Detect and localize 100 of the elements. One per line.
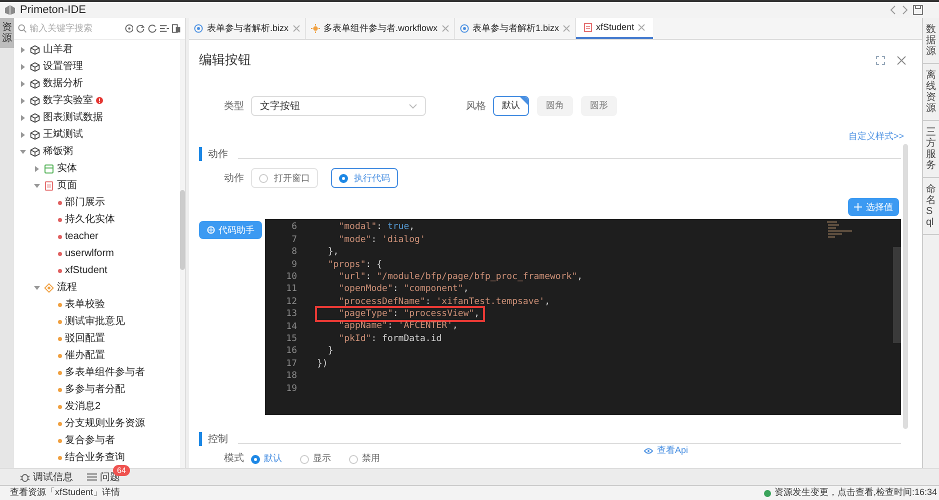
sync-icon[interactable] — [136, 24, 146, 33]
tree-item[interactable]: 流程 — [57, 280, 77, 295]
section-title: 动作 — [208, 148, 228, 162]
type-label: 类型 — [223, 100, 244, 114]
dot-icon — [58, 370, 62, 374]
tree-item[interactable]: 分支规则业务资源 — [65, 416, 145, 431]
editor-tab[interactable]: 表单参与者解析.bizx — [189, 18, 306, 39]
dot-icon — [58, 234, 62, 238]
line-number: 18 — [286, 370, 298, 383]
bottom-tab[interactable]: 调试信息 — [33, 470, 73, 484]
cube-icon — [30, 78, 40, 88]
search-field[interactable]: 输入关键字搜索 — [30, 22, 122, 36]
code-line: "openMode": "component", — [338, 283, 469, 296]
line-number: 19 — [286, 382, 298, 396]
radio-button[interactable] — [349, 454, 358, 464]
section-title: 控制 — [208, 432, 228, 447]
tree-item[interactable]: 结合业务查询 — [65, 450, 125, 465]
code-editor[interactable] — [265, 219, 901, 416]
locate-icon[interactable] — [124, 24, 134, 33]
line-number: 12 — [286, 296, 298, 308]
editor-tab[interactable]: 多表单组件参与者.workflowx — [306, 18, 455, 39]
side-tab[interactable]: 数据源 — [926, 24, 936, 57]
code-line: "appName": 'AFCENTER', — [338, 320, 458, 333]
tree-item[interactable]: 表单校验 — [65, 297, 105, 312]
back-icon[interactable] — [889, 5, 897, 15]
caret-down-icon[interactable] — [20, 150, 26, 154]
forward-icon[interactable] — [901, 5, 909, 15]
tree-item[interactable]: 数字实验室 — [43, 93, 93, 108]
dot-icon — [58, 320, 62, 324]
type-select[interactable]: 文字按钮 — [251, 96, 426, 116]
caret-right-icon[interactable] — [21, 132, 25, 138]
tree-item[interactable]: 发消息2 — [65, 399, 101, 414]
line-number: 6 — [292, 221, 298, 234]
fullscreen-icon[interactable] — [876, 56, 885, 64]
tree-item[interactable]: 实体 — [57, 161, 77, 176]
tree-item[interactable]: 山羊君 — [43, 42, 73, 57]
tree-item[interactable]: xfStudent — [65, 263, 108, 278]
close-icon[interactable] — [292, 25, 300, 32]
code-line: "url": "/module/bfp/page/bfp_proc_framework", — [338, 270, 583, 284]
tree-item[interactable]: 催办配置 — [65, 348, 105, 363]
tree-item[interactable]: 王斌测试 — [43, 127, 83, 142]
caret-right-icon[interactable] — [21, 46, 25, 52]
dot-icon — [58, 336, 62, 340]
app-logo-icon — [4, 4, 16, 16]
document-icon — [584, 23, 592, 32]
close-icon[interactable] — [442, 25, 449, 32]
refresh-icon[interactable] — [148, 24, 157, 33]
close-icon[interactable] — [638, 24, 646, 31]
dot-icon — [58, 422, 62, 426]
caret-right-icon[interactable] — [21, 114, 25, 120]
tree-item[interactable]: 复合参与者 — [65, 433, 115, 448]
collapse-all-icon[interactable] — [160, 24, 170, 33]
caret-down-icon[interactable] — [34, 286, 40, 290]
side-tab[interactable]: 三方服务 — [926, 127, 936, 171]
radio-option[interactable]: 打开窗口 — [251, 168, 318, 188]
change-notice[interactable]: 资源发生变更，点击查看,检查时间:16:34 — [774, 486, 937, 500]
tree-item[interactable]: 驳回配置 — [65, 331, 105, 346]
tree-item[interactable]: 设置管理 — [43, 59, 83, 74]
editor-scrollbar-thumb[interactable] — [893, 247, 901, 344]
tree-item[interactable]: 持久化实体 — [65, 212, 115, 227]
dot-icon — [58, 302, 62, 306]
radio-button[interactable] — [300, 454, 309, 464]
radio-label[interactable]: 显示 — [313, 452, 331, 466]
tree-item[interactable]: 测试审批意见 — [65, 314, 125, 329]
panel-icon[interactable] — [172, 24, 181, 33]
scrollbar-thumb[interactable] — [903, 144, 908, 428]
code-line: "modal": true, — [338, 221, 415, 234]
tree-item[interactable]: 稀饭粥 — [43, 144, 73, 159]
side-tab[interactable]: 离线资源 — [926, 70, 936, 114]
tree-item[interactable]: 图表测试数据 — [43, 110, 103, 125]
caret-right-icon[interactable] — [21, 64, 25, 70]
caret-down-icon[interactable] — [34, 184, 40, 188]
close-icon[interactable] — [563, 25, 570, 32]
style-option[interactable]: 圆角 — [537, 96, 573, 116]
tree-item[interactable]: userwlform — [65, 246, 114, 261]
tree-item[interactable]: teacher — [65, 229, 98, 244]
tree-item[interactable]: 多表单组件参与者 — [65, 365, 145, 380]
line-number: 17 — [286, 358, 298, 370]
caret-right-icon[interactable] — [35, 166, 39, 172]
caret-right-icon[interactable] — [21, 80, 25, 86]
radio-button[interactable] — [251, 454, 260, 464]
caret-right-icon[interactable] — [21, 98, 25, 104]
tree-item[interactable]: 数据分析 — [43, 76, 83, 91]
tree-item[interactable]: 部门展示 — [65, 195, 105, 210]
tree-item[interactable]: 页面 — [57, 178, 77, 193]
side-tab[interactable]: 资源 — [0, 18, 14, 48]
editor-tab[interactable]: xfStudent — [576, 18, 654, 39]
eye-icon — [644, 448, 653, 454]
line-number: 14 — [286, 320, 298, 333]
line-number: 11 — [286, 283, 298, 296]
tree-item[interactable]: 多参与者分配 — [65, 382, 125, 397]
close-icon[interactable] — [897, 56, 906, 64]
scrollbar-thumb[interactable] — [180, 190, 185, 270]
style-option[interactable]: 圆形 — [581, 96, 617, 116]
save-icon[interactable] — [913, 5, 923, 15]
code-line: }) — [317, 358, 328, 370]
side-tab[interactable]: 命名Sql — [926, 184, 936, 228]
dot-icon — [58, 354, 62, 358]
radio-label[interactable]: 禁用 — [362, 452, 380, 466]
style-option[interactable]: 默认 — [493, 96, 529, 116]
